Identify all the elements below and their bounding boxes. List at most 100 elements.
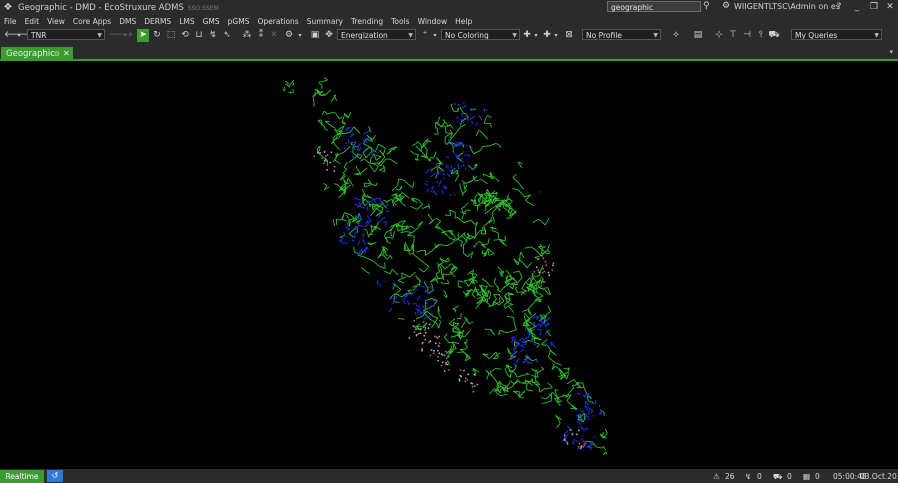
- close-tab-icon[interactable]: ✕: [63, 47, 70, 61]
- menu-pgms[interactable]: pGMS: [228, 17, 250, 26]
- network-segment: [439, 244, 447, 247]
- trace-icon[interactable]: ↯: [207, 29, 219, 42]
- network-segment: [536, 370, 539, 376]
- coloring-dropdown[interactable]: No Coloring ▼: [441, 29, 520, 40]
- network-segment: [540, 276, 544, 280]
- crew-icon[interactable]: ⛟: [768, 29, 780, 42]
- pan-icon[interactable]: ✥: [323, 29, 335, 42]
- network-segment: [327, 111, 334, 115]
- network-segment: [370, 131, 372, 133]
- menu-tools[interactable]: Tools: [391, 17, 409, 26]
- network-segment: [369, 164, 375, 172]
- queries-dropdown[interactable]: My Queries ▼: [791, 29, 882, 40]
- network-segment: [449, 341, 453, 344]
- switch-icon[interactable]: ⊹: [713, 29, 725, 42]
- network-segment: [373, 153, 377, 161]
- network-dropdown-value: TNR: [31, 31, 47, 40]
- label-icon[interactable]: ⁺: [419, 29, 431, 42]
- network-segment: [450, 103, 453, 106]
- tag-icon[interactable]: ⊣: [741, 29, 753, 42]
- menu-lms[interactable]: LMS: [179, 17, 194, 26]
- network-segment: [483, 134, 489, 140]
- split-dropdown-icon[interactable]: ▾: [552, 29, 560, 42]
- network-segment: [342, 168, 348, 174]
- menu-view[interactable]: View: [47, 17, 65, 26]
- tab-overflow-icon[interactable]: ▾: [889, 48, 893, 56]
- jumper-icon[interactable]: ⫯: [755, 29, 767, 42]
- network-segment: [566, 400, 573, 406]
- network-node: [438, 352, 441, 355]
- ground-icon[interactable]: ⊤: [727, 29, 739, 42]
- tab-geographic[interactable]: Geographic ⊙ ✕: [1, 47, 73, 61]
- network-segment: [415, 304, 421, 308]
- add-element-icon[interactable]: ✚: [522, 29, 532, 42]
- network-segment: [422, 205, 430, 209]
- network-segment: [513, 270, 520, 274]
- split-icon[interactable]: ✚: [542, 29, 552, 42]
- pointer-add-icon[interactable]: ➴: [221, 29, 233, 42]
- fit-view-icon[interactable]: ▣: [309, 29, 321, 42]
- back-dropdown-icon[interactable]: ▾: [15, 29, 23, 42]
- menu-edit[interactable]: Edit: [25, 17, 40, 26]
- menu-summary[interactable]: Summary: [307, 17, 343, 26]
- energization-dropdown[interactable]: Energization ▼: [337, 29, 416, 40]
- zoom-region-icon[interactable]: ⬚: [165, 29, 177, 42]
- select-pointer-icon[interactable]: ➤: [137, 29, 149, 42]
- network-map[interactable]: [0, 61, 898, 469]
- close-button[interactable]: ✕: [883, 1, 897, 14]
- alarm-icon[interactable]: ⚠: [713, 472, 720, 481]
- remove-filter-icon[interactable]: ⊠: [563, 29, 575, 42]
- network-segment: [450, 165, 453, 169]
- refresh-status-icon[interactable]: ↺: [47, 470, 63, 482]
- rotate-icon[interactable]: ↻: [151, 29, 163, 42]
- add-element-dropdown-icon[interactable]: ▾: [532, 29, 540, 42]
- status-bar: Realtime ↺ ⚠ 26 ↯ 0 ⛟ 0 ▦ 0 05:00:48 03.…: [0, 469, 898, 483]
- menu-help[interactable]: Help: [455, 17, 472, 26]
- restore-button[interactable]: ❐: [867, 1, 881, 14]
- network-node: [424, 338, 427, 341]
- geographic-map-canvas[interactable]: [0, 61, 898, 469]
- menu-file[interactable]: File: [4, 17, 17, 26]
- network-segment: [495, 143, 499, 145]
- menu-window[interactable]: Window: [418, 17, 448, 26]
- network-segment: [543, 342, 547, 345]
- network-segment: [440, 281, 444, 285]
- minimize-button[interactable]: _: [850, 1, 864, 14]
- help-icon[interactable]: ?: [832, 1, 846, 14]
- select-group-icon[interactable]: ⁂: [241, 29, 253, 42]
- event-icon[interactable]: ↯: [745, 472, 751, 481]
- network-segment: [449, 194, 452, 197]
- back-arrow-icon[interactable]: 🡐: [4, 29, 28, 42]
- pin-icon[interactable]: ⊙: [54, 47, 60, 61]
- network-segment: [487, 115, 492, 119]
- global-search-input[interactable]: geographic: [607, 1, 701, 12]
- network-dropdown[interactable]: TNR ▼: [27, 29, 105, 40]
- menu-gms[interactable]: GMS: [203, 17, 220, 26]
- profile-dropdown[interactable]: No Profile ▼: [582, 29, 661, 40]
- deselect-icon[interactable]: ⁑: [255, 29, 267, 42]
- network-node: [472, 390, 475, 393]
- report-icon[interactable]: ▤: [692, 29, 704, 42]
- search-icon[interactable]: ⚲: [703, 1, 713, 13]
- measure-icon[interactable]: ⊔: [193, 29, 205, 42]
- network-segment: [364, 223, 370, 228]
- document-icon[interactable]: ▦: [803, 472, 810, 481]
- crew-status-icon[interactable]: ⛟: [773, 472, 782, 482]
- forward-arrow-icon[interactable]: 🡒: [109, 29, 133, 42]
- layers-dropdown-icon[interactable]: ▾: [296, 29, 304, 42]
- document-tab-strip: Geographic ⊙ ✕ ▾: [0, 44, 898, 61]
- network-segment: [333, 111, 336, 114]
- layers-icon[interactable]: ⚙: [283, 29, 295, 42]
- menu-core-apps[interactable]: Core Apps: [73, 17, 111, 26]
- label-dropdown-icon[interactable]: ▾: [431, 29, 439, 42]
- menu-dms[interactable]: DMS: [119, 17, 136, 26]
- clear-icon[interactable]: ✕: [269, 29, 279, 42]
- network-segment: [586, 415, 590, 420]
- lasso-icon[interactable]: ⟲: [179, 29, 191, 42]
- forward-dropdown-icon[interactable]: ▾: [121, 29, 129, 42]
- menu-derms[interactable]: DERMS: [144, 17, 171, 26]
- disconnect-icon[interactable]: ⟡: [670, 29, 682, 42]
- menu-trending[interactable]: Trending: [351, 17, 383, 26]
- menu-operations[interactable]: Operations: [257, 17, 298, 26]
- realtime-mode-button[interactable]: Realtime: [0, 470, 44, 483]
